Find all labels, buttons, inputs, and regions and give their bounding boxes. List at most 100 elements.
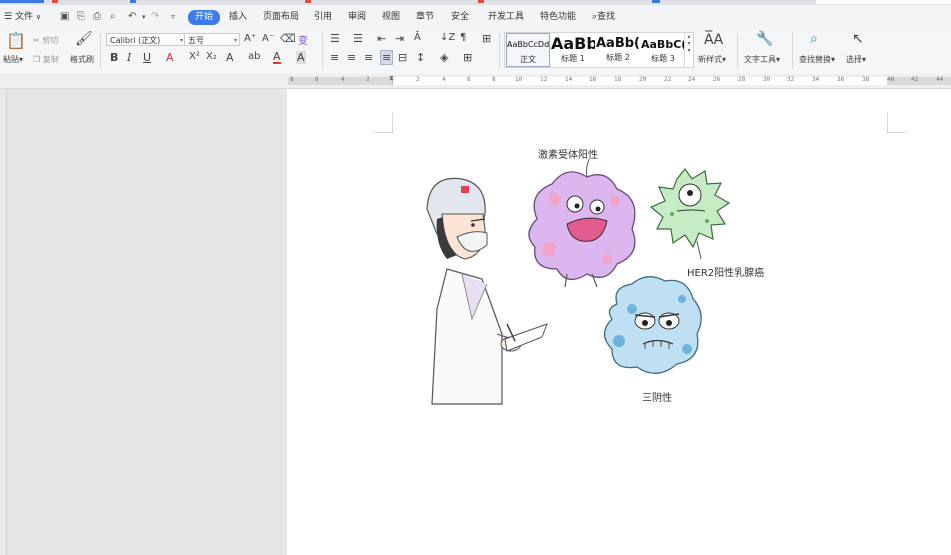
tab-view[interactable]: 视图 — [382, 11, 400, 24]
separator — [100, 33, 101, 69]
align-left-icon[interactable]: ≡ — [330, 51, 339, 64]
document-tab[interactable] — [478, 0, 484, 3]
shading-icon[interactable]: ◈ — [440, 51, 448, 64]
document-tab[interactable] — [52, 0, 58, 3]
tab-insert[interactable]: 插入 — [229, 11, 247, 24]
new-style-button[interactable]: 新样式▾ — [698, 54, 726, 65]
copy-icon: ❐ — [33, 55, 41, 64]
ruler-margin — [288, 77, 392, 85]
style-heading-3[interactable]: AaBbC( 标题 3 — [641, 33, 685, 67]
phonetic-guide-icon[interactable]: 变 — [298, 32, 308, 47]
document-tab[interactable] — [305, 0, 311, 3]
font-size-select[interactable]: 五号 ▾ — [184, 33, 240, 46]
hamburger-icon: ☰ — [4, 12, 13, 22]
paste-button[interactable]: 粘贴▾ — [3, 54, 23, 65]
file-menu[interactable]: ☰ 文件 ∨ — [4, 11, 41, 24]
scissors-icon: ✂ — [33, 36, 40, 45]
tab-chapter[interactable]: 章节 — [416, 11, 434, 24]
tab-security[interactable]: 安全 — [451, 11, 469, 24]
wrench-icon[interactable]: 🔧 — [756, 31, 773, 47]
select-button[interactable]: 选择▾ — [846, 54, 866, 65]
chinese-layout-icon[interactable]: Ă — [414, 32, 421, 43]
caption-hormone-receptor-positive: 激素受体阳性 — [538, 150, 598, 161]
decrease-indent-icon[interactable]: ⇤ — [377, 32, 386, 45]
margin-corner-mark — [373, 113, 393, 133]
vertical-ruler[interactable] — [0, 89, 7, 555]
format-painter-icon[interactable]: 🖌 — [75, 31, 93, 47]
tab-review[interactable]: 审阅 — [348, 11, 366, 24]
shrink-font-icon[interactable]: A⁻ — [262, 33, 274, 44]
find-icon[interactable]: ⌕ — [810, 31, 818, 47]
chevron-down-icon: ▾ — [233, 37, 237, 44]
tab-home[interactable]: 开始 — [188, 10, 221, 25]
active-document-tab[interactable] — [0, 0, 44, 3]
doctor-figure — [426, 177, 548, 405]
export-icon[interactable]: ⎘ — [77, 11, 85, 23]
justify-icon[interactable]: ≡ — [380, 50, 394, 65]
menu-bar: ☰ 文件 ∨ ▣ ⎘ ⎙ ⌕ ↶ ▾ ↷ ▿ 开始 插入 页面布局 引用 审阅 … — [0, 5, 951, 30]
separator — [737, 33, 738, 69]
bold-icon[interactable]: B — [110, 51, 118, 64]
caption-her2-positive: HER2阳性乳腺癌 — [687, 268, 765, 279]
undo-icon[interactable]: ↶ — [128, 11, 136, 23]
caption-triple-negative: 三阴性 — [642, 393, 672, 404]
copy-button[interactable]: ❐ 复制 — [33, 54, 59, 65]
bullets-icon[interactable]: ☰ — [330, 32, 340, 45]
subscript-icon[interactable]: X₂ — [206, 51, 217, 62]
hormone-receptor-positive-cell — [528, 159, 636, 288]
style-normal[interactable]: AaBbCcDd 正文 — [506, 33, 550, 67]
grow-font-icon[interactable]: A⁺ — [244, 33, 256, 44]
italic-icon[interactable]: I — [127, 51, 131, 64]
indent-marker-icon[interactable]: ⧗ — [389, 74, 394, 83]
ribbon-toolbar: 📋 粘贴▾ ✂ 剪切 ❐ 复制 🖌 格式刷 Calibri (正文) ▾ 五号 ▾ … — [0, 29, 951, 75]
chevron-down-icon: ∨ — [35, 13, 41, 21]
borders-icon[interactable]: ⊞ — [463, 51, 472, 64]
superscript-icon[interactable]: X² — [189, 51, 200, 62]
horizontal-ruler[interactable]: 8 6 4 2 2 4 6 8 10 12 14 16 18 20 22 24 … — [0, 74, 951, 89]
style-heading-1[interactable]: AaBb 标题 1 — [551, 33, 595, 67]
cut-button[interactable]: ✂ 剪切 — [33, 35, 58, 46]
underline-icon[interactable]: U — [143, 51, 151, 64]
tab-special-features[interactable]: 特色功能 — [540, 11, 576, 24]
cursor-icon[interactable]: ↖ — [852, 31, 864, 47]
tab-developer[interactable]: 开发工具 — [488, 11, 524, 24]
format-painter-button[interactable]: 格式刷 — [70, 54, 94, 65]
save-icon[interactable]: ▣ — [60, 11, 69, 23]
character-shading-icon[interactable]: A — [296, 51, 306, 64]
document-page[interactable]: 激素受体阳性 HER2阳性乳腺癌 三阴性 — [287, 89, 951, 555]
font-effect-icon[interactable]: A — [166, 51, 174, 64]
table-borders-icon[interactable]: ⊞ — [482, 32, 491, 45]
margin-corner-mark — [887, 113, 907, 133]
new-style-icon[interactable]: A̅A — [704, 32, 723, 48]
document-tab[interactable] — [652, 0, 660, 3]
text-effects-icon[interactable]: A — [226, 51, 234, 64]
distributed-icon[interactable]: ⊟ — [398, 51, 407, 64]
search-command[interactable]: ⌕查找 — [592, 11, 615, 24]
highlight-icon[interactable]: ab — [248, 51, 260, 62]
clear-format-icon[interactable]: ⌫ — [280, 32, 296, 45]
increase-indent-icon[interactable]: ⇥ — [395, 32, 404, 45]
font-name-select[interactable]: Calibri (正文) ▾ — [106, 33, 186, 46]
undo-dropdown-icon[interactable]: ▾ — [142, 11, 146, 23]
print-preview-icon[interactable]: ⌕ — [110, 11, 116, 23]
paste-icon[interactable]: 📋 — [6, 31, 26, 50]
customize-icon[interactable]: ▿ — [171, 11, 175, 23]
line-spacing-icon[interactable]: ↕ — [416, 51, 425, 64]
print-icon[interactable]: ⎙ — [93, 11, 101, 23]
align-right-icon[interactable]: ≡ — [364, 51, 373, 64]
tab-references[interactable]: 引用 — [314, 11, 332, 24]
numbering-icon[interactable]: ☰ — [353, 32, 363, 45]
sort-icon[interactable]: ↓Z — [440, 32, 455, 43]
align-center-icon[interactable]: ≡ — [347, 51, 356, 64]
show-marks-icon[interactable]: ¶ — [460, 32, 466, 43]
document-tab[interactable] — [130, 0, 136, 3]
window-area — [816, 0, 951, 4]
redo-icon[interactable]: ↷ — [151, 11, 159, 23]
style-heading-2[interactable]: AaBb( 标题 2 — [596, 33, 640, 67]
font-color-icon[interactable]: A — [273, 51, 281, 64]
tab-page-layout[interactable]: 页面布局 — [263, 11, 299, 24]
text-tools-button[interactable]: 文字工具▾ — [744, 54, 780, 65]
styles-scroll[interactable]: ▴ ▾ ▾ — [684, 33, 693, 67]
find-replace-button[interactable]: 查找替换▾ — [799, 54, 835, 65]
her2-positive-cell — [649, 167, 731, 260]
